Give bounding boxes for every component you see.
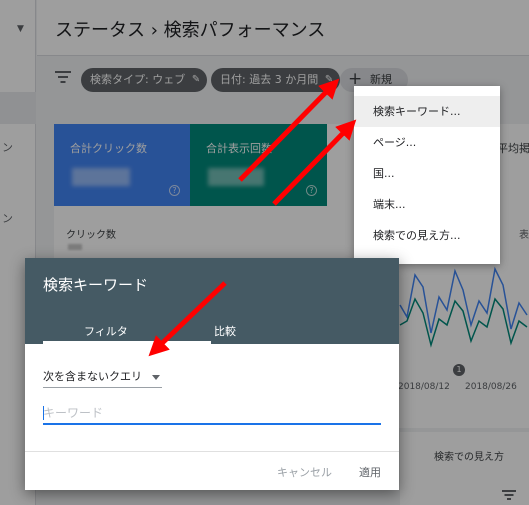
dropdown-arrow-icon (152, 375, 160, 380)
tab-filter[interactable]: フィルタ (84, 323, 128, 339)
apply-button[interactable]: 適用 (359, 464, 381, 480)
query-condition-select[interactable]: 次を含まないクエリ (43, 364, 162, 388)
menu-item-search-appearance[interactable]: 検索での見え方... (354, 220, 500, 251)
new-filter-menu: 検索キーワード... ページ... 国... 端末... 検索での見え方... (354, 86, 500, 264)
menu-item-device[interactable]: 端末... (354, 189, 500, 220)
tab-compare[interactable]: 比較 (214, 323, 236, 339)
menu-item-query[interactable]: 検索キーワード... (354, 96, 500, 127)
dialog-title: 検索キーワード (43, 276, 149, 294)
query-filter-dialog: 検索キーワード フィルタ 比較 次を含まないクエリ キャンセル 適用 (25, 258, 399, 490)
menu-item-page[interactable]: ページ... (354, 127, 500, 158)
dialog-divider (25, 451, 399, 452)
cancel-button[interactable]: キャンセル (277, 464, 332, 480)
keyword-input[interactable] (43, 403, 381, 425)
menu-item-country[interactable]: 国... (354, 158, 500, 189)
query-condition-value: 次を含まないクエリ (43, 370, 142, 383)
active-tab-indicator (43, 341, 211, 344)
dialog-header: 検索キーワード フィルタ 比較 (25, 258, 399, 344)
text-cursor (43, 406, 44, 420)
